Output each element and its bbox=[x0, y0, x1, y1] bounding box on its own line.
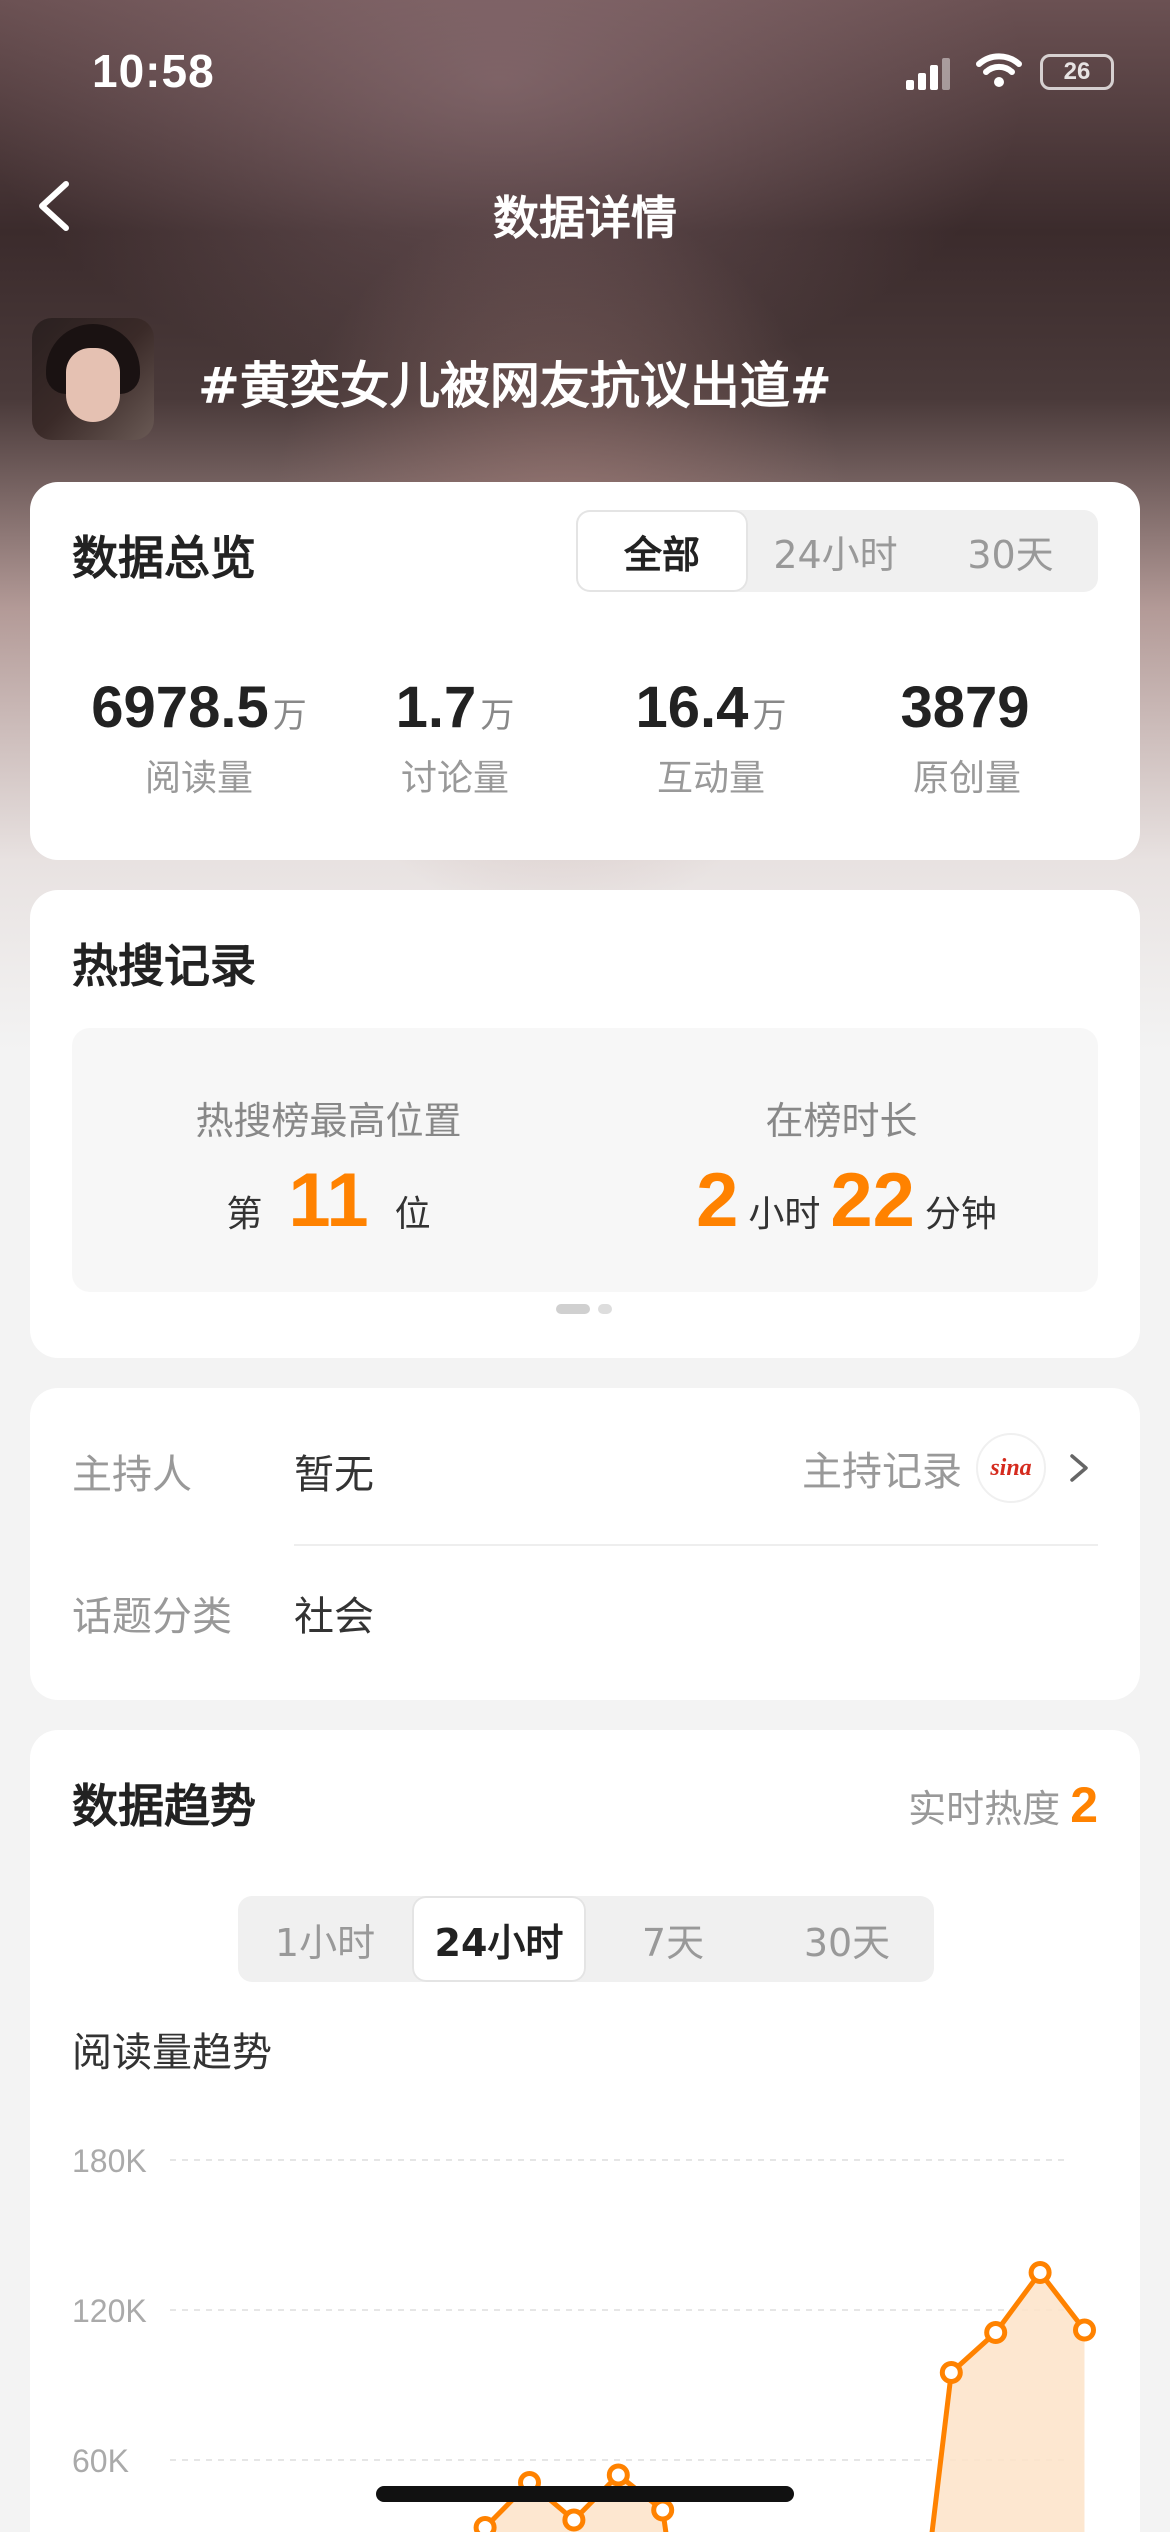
duration-hours: 2 bbox=[696, 1158, 739, 1243]
category-label: 话题分类 bbox=[72, 1594, 232, 1640]
host-value: 暂无 bbox=[294, 1452, 374, 1498]
page-dot bbox=[598, 1304, 612, 1314]
tab-all[interactable]: 全部 bbox=[576, 510, 748, 592]
peak-label: 热搜榜最高位置 bbox=[195, 1099, 462, 1143]
data-point bbox=[473, 2516, 497, 2532]
duration-hours-unit: 小时 bbox=[748, 1194, 821, 1235]
peak-rank: 11 bbox=[288, 1158, 369, 1243]
hot-search-card: 热搜记录 热搜榜最高位置 第 11 位 在榜时长 2 小时 22 分钟 bbox=[30, 890, 1140, 1358]
topic-info-card: 主持人 暂无 主持记录 sina 话题分类 社会 bbox=[30, 1388, 1140, 1700]
overview-card: 数据总览 全部 24小时 30天 6978.5 万 阅读量 1.7 万 讨论量 16… bbox=[30, 482, 1140, 860]
realtime-value: 2 bbox=[1070, 1777, 1098, 1833]
divider bbox=[294, 1544, 1098, 1546]
stat-value: 1.7 bbox=[395, 675, 477, 740]
battery-indicator: 26 bbox=[1040, 54, 1114, 90]
read-trend-chart: 180K 120K 60K bbox=[72, 2143, 1096, 2532]
duration-minutes-unit: 分钟 bbox=[924, 1194, 997, 1235]
page-title: 数据详情 bbox=[493, 191, 677, 245]
stat-unit: 万 bbox=[272, 696, 307, 736]
host-record-link[interactable]: 主持记录 sina bbox=[802, 1428, 1098, 1508]
trend-range-tabs: 1小时 24小时 7天 30天 bbox=[238, 1896, 934, 1982]
duration-label: 在榜时长 bbox=[765, 1099, 918, 1143]
peak-suffix: 位 bbox=[394, 1194, 431, 1235]
host-label: 主持人 bbox=[72, 1452, 192, 1498]
wifi-icon bbox=[976, 53, 1022, 87]
status-bar: 10:58 26 bbox=[0, 0, 1170, 140]
stat-interactions: 16.4 万 互动量 bbox=[572, 674, 850, 801]
stat-discussions-number: 1.7 万 bbox=[316, 674, 594, 741]
topic-header: #黄奕女儿被网友抗议出道# bbox=[32, 318, 1142, 442]
signal-icon bbox=[906, 58, 950, 90]
stat-originals-number: 3879 bbox=[828, 674, 1106, 741]
hot-search-heading: 热搜记录 bbox=[72, 939, 256, 993]
stat-originals: 3879 原创量 bbox=[828, 674, 1106, 801]
stat-interactions-number: 16.4 万 bbox=[572, 674, 850, 741]
stat-discussions: 1.7 万 讨论量 bbox=[316, 674, 594, 801]
stat-value: 3879 bbox=[900, 675, 1030, 740]
peak-prefix: 第 bbox=[226, 1194, 263, 1235]
tab-7d[interactable]: 7天 bbox=[586, 1896, 760, 1982]
chevron-right-icon bbox=[1070, 1454, 1088, 1482]
peak-value-row: 第 11 位 bbox=[72, 1163, 585, 1239]
page-dot-active bbox=[556, 1304, 590, 1314]
category-value: 社会 bbox=[294, 1594, 374, 1640]
duration-minutes: 22 bbox=[830, 1158, 915, 1243]
stat-value: 6978.5 bbox=[91, 675, 269, 740]
category-row: 话题分类 社会 bbox=[72, 1578, 1098, 1728]
overview-stats: 6978.5 万 阅读量 1.7 万 讨论量 16.4 万 互动量 3879 原创量 bbox=[30, 674, 1140, 799]
stat-label: 阅读量 bbox=[144, 758, 253, 799]
y-tick-label: 60K bbox=[72, 2443, 129, 2479]
tab-24h[interactable]: 24小时 bbox=[748, 510, 923, 592]
data-point bbox=[939, 2361, 963, 2384]
trend-card: 数据趋势 实时热度 2 1小时 24小时 7天 30天 阅读量趋势 180K 12… bbox=[30, 1730, 1140, 2532]
overview-heading: 数据总览 bbox=[72, 531, 256, 585]
tab-30d[interactable]: 30天 bbox=[760, 1896, 934, 1982]
tab-24h[interactable]: 24小时 bbox=[412, 1896, 586, 1982]
realtime-heat: 实时热度 2 bbox=[908, 1776, 1098, 1834]
data-point bbox=[1028, 2261, 1052, 2284]
data-point bbox=[562, 2508, 586, 2532]
sina-logo-icon: sina bbox=[976, 1433, 1046, 1503]
stat-label: 互动量 bbox=[656, 758, 765, 799]
y-tick-label: 120K bbox=[72, 2293, 147, 2329]
trend-heading: 数据趋势 bbox=[72, 1779, 256, 1833]
time-on-list: 在榜时长 2 小时 22 分钟 bbox=[585, 1028, 1098, 1239]
data-point bbox=[1073, 2318, 1096, 2342]
data-point bbox=[651, 2498, 675, 2522]
stat-reads-number: 6978.5 万 bbox=[60, 674, 338, 741]
page-indicator bbox=[556, 1304, 612, 1314]
stat-unit: 万 bbox=[480, 696, 515, 736]
duration-value-row: 2 小时 22 分钟 bbox=[585, 1163, 1098, 1239]
topic-title: #黄奕女儿被网友抗议出道# bbox=[198, 357, 832, 415]
stat-label: 原创量 bbox=[912, 758, 1021, 799]
realtime-label: 实时热度 bbox=[908, 1786, 1061, 1831]
tab-30d[interactable]: 30天 bbox=[923, 510, 1098, 592]
data-point bbox=[984, 2321, 1008, 2344]
peak-position: 热搜榜最高位置 第 11 位 bbox=[72, 1028, 585, 1239]
stat-value: 16.4 bbox=[635, 675, 749, 740]
status-time: 10:58 bbox=[92, 45, 215, 97]
nav-bar: 数据详情 bbox=[0, 160, 1170, 250]
topic-avatar[interactable] bbox=[32, 318, 154, 440]
stat-label: 讨论量 bbox=[400, 758, 509, 799]
home-indicator bbox=[376, 2486, 794, 2502]
overview-range-tabs: 全部 24小时 30天 bbox=[576, 510, 1098, 592]
host-record-label: 主持记录 bbox=[802, 1449, 962, 1495]
avatar-face bbox=[66, 348, 120, 422]
hot-search-box: 热搜榜最高位置 第 11 位 在榜时长 2 小时 22 分钟 bbox=[72, 1028, 1098, 1292]
stat-reads: 6978.5 万 阅读量 bbox=[60, 674, 338, 801]
host-row: 主持人 暂无 主持记录 sina bbox=[72, 1428, 1098, 1578]
tab-1h[interactable]: 1小时 bbox=[238, 1896, 412, 1982]
data-point bbox=[606, 2463, 630, 2487]
stat-unit: 万 bbox=[752, 696, 787, 736]
y-tick-label: 180K bbox=[72, 2143, 147, 2179]
